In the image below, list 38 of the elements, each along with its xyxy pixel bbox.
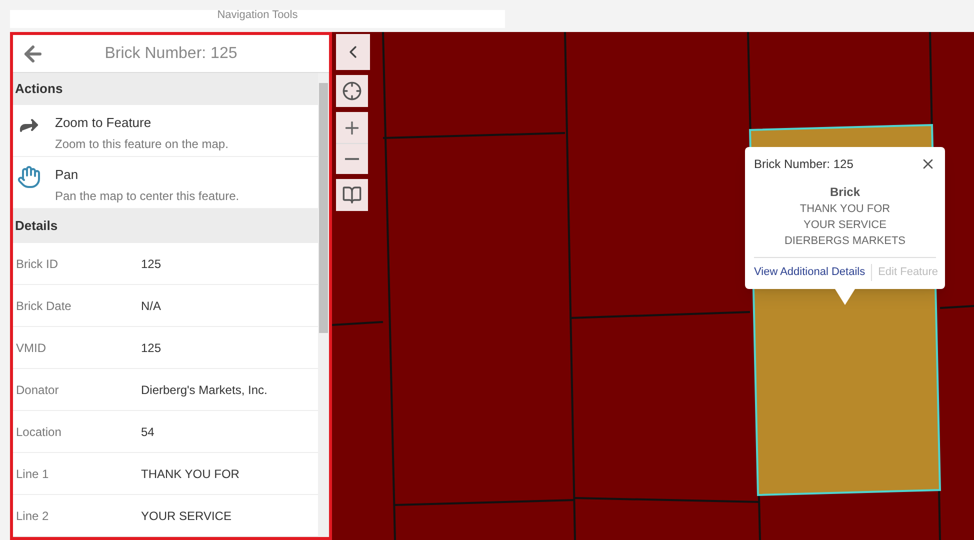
detail-label: Line 1 (16, 466, 50, 482)
popup-text: THANK YOU FOR (800, 202, 890, 217)
book-icon (342, 185, 362, 205)
section-heading: Details (15, 217, 58, 236)
popup-text: DIERBERGS MARKETS (784, 234, 906, 249)
collapse-button[interactable] (336, 34, 370, 70)
section-heading: Actions (15, 80, 63, 98)
detail-label: VMID (16, 340, 47, 356)
popup-pointer (835, 288, 855, 304)
action-description: Pan the map to center this feature. (55, 188, 240, 204)
top-bar-title: Navigation Tools (217, 10, 298, 20)
detail-value: 54 (141, 424, 154, 440)
action-label: Pan (55, 166, 80, 184)
detail-label: Location (16, 424, 62, 440)
detail-value: YOUR SERVICE (141, 508, 232, 524)
popup-link: Edit Feature (871, 264, 938, 280)
detail-value: N/A (141, 298, 162, 314)
locate-button[interactable] (336, 75, 368, 107)
hand-icon (17, 165, 41, 189)
popup-heading: Brick (830, 184, 860, 201)
crosshair-icon (342, 81, 362, 101)
scrollbar[interactable] (318, 73, 329, 537)
bookmarks-button[interactable] (336, 179, 368, 211)
popup-text: YOUR SERVICE (804, 218, 886, 233)
detail-value: Dierberg's Markets, Inc. (141, 382, 268, 398)
detail-value: 125 (141, 340, 162, 356)
action-description: Zoom to this feature on the map. (55, 136, 228, 152)
detail-value: 125 (141, 256, 162, 272)
popup-link[interactable]: View Additional Details (754, 264, 866, 280)
detail-label: Donator (16, 382, 60, 398)
minus-icon (345, 158, 359, 160)
panel-title: Brick Number: 125 (104, 44, 238, 64)
detail-label: Line 2 (16, 508, 50, 524)
action-label: Zoom to Feature (55, 114, 152, 132)
detail-value: THANK YOU FOR (141, 466, 240, 482)
popup-title: Brick Number: 125 (754, 156, 854, 173)
detail-label: Brick Date (16, 298, 72, 314)
detail-label: Brick ID (16, 256, 59, 272)
